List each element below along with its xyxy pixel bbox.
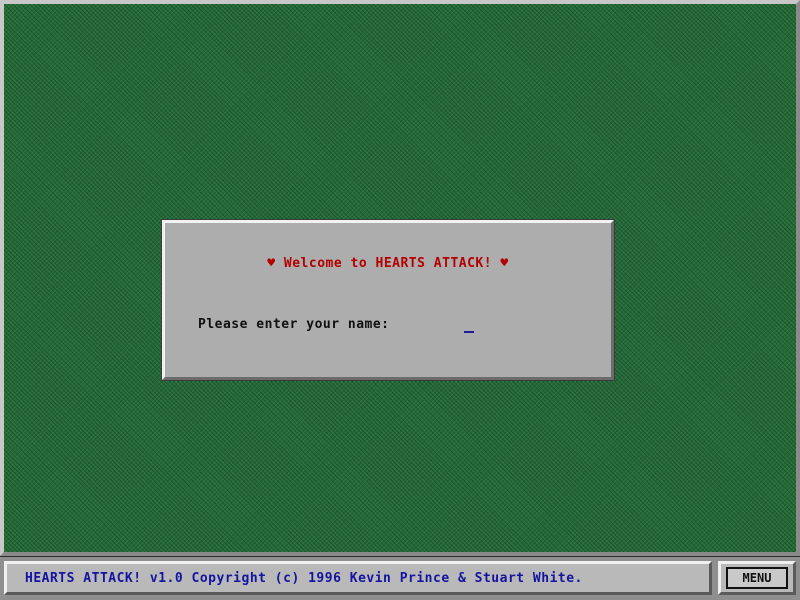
heart-icon: ♥ <box>500 256 509 271</box>
menu-panel: MENU <box>718 561 796 595</box>
welcome-dialog: ♥ Welcome to HEARTS ATTACK! ♥ Please ent… <box>161 219 615 381</box>
welcome-text: Welcome to HEARTS ATTACK! <box>283 256 493 271</box>
status-bar: HEARTS ATTACK! v1.0 Copyright (c) 1996 K… <box>0 556 800 600</box>
name-prompt-label: Please enter your name: <box>198 317 390 332</box>
player-name-input[interactable] <box>461 317 581 335</box>
text-cursor <box>464 331 474 333</box>
menu-button[interactable]: MENU <box>726 567 788 589</box>
heart-icon: ♥ <box>267 256 276 271</box>
copyright-text: HEARTS ATTACK! v1.0 Copyright (c) 1996 K… <box>25 571 583 586</box>
welcome-message: ♥ Welcome to HEARTS ATTACK! ♥ <box>165 256 611 271</box>
copyright-panel: HEARTS ATTACK! v1.0 Copyright (c) 1996 K… <box>4 561 712 595</box>
